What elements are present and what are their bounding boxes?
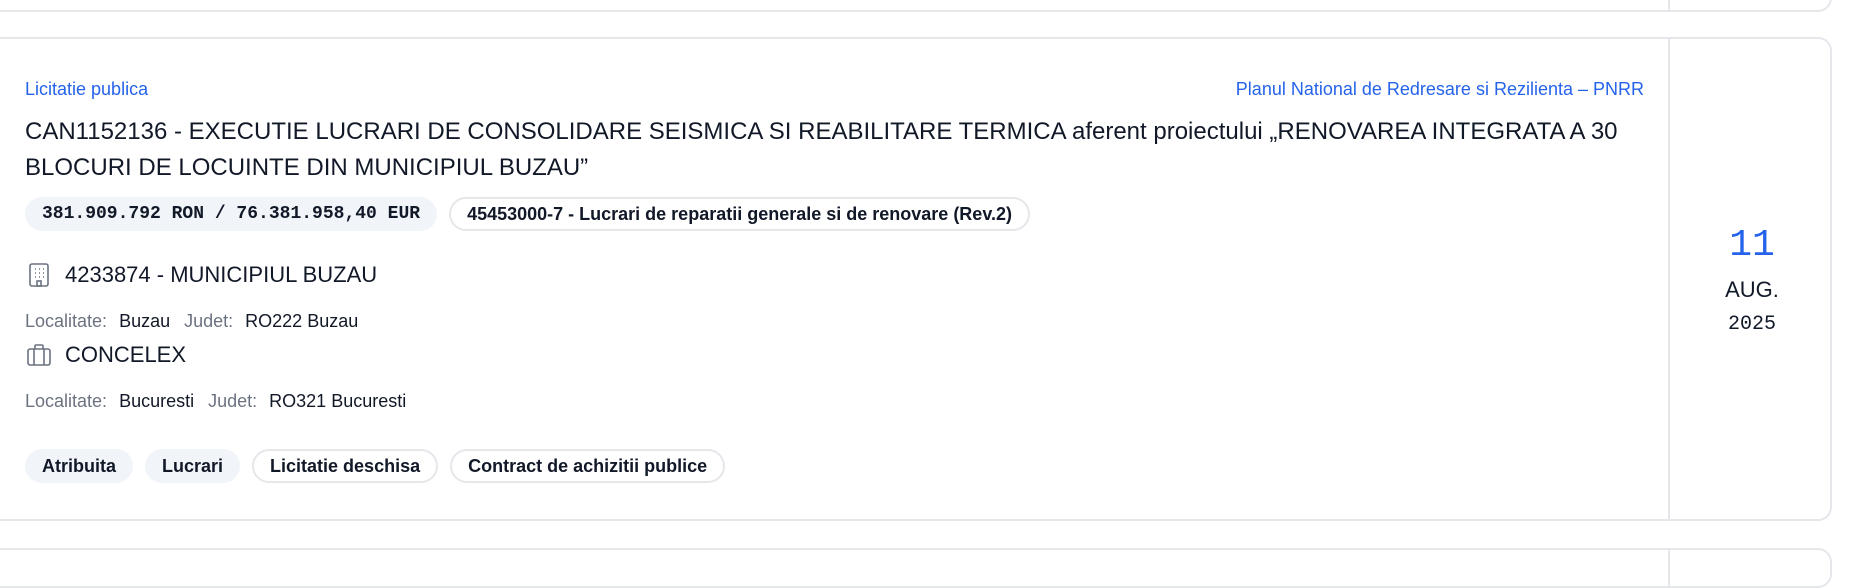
county-label: Judet: [184,311,234,331]
listing-content: Licitatie publica Planul National de Red… [25,39,1644,519]
next-listing-card [0,548,1832,588]
tag-procedure: Licitatie deschisa [252,449,439,483]
cpv-chip: 45453000-7 - Lucrari de reparatii genera… [449,197,1031,231]
status-tags: Atribuita Lucrari Licitatie deschisa Con… [25,449,726,483]
value-chip: 381.909.792 RON / 76.381.958,40 EUR [25,197,438,231]
county-value: RO321 Bucuresti [269,391,407,411]
listing-header: Licitatie publica Planul National de Red… [25,79,1644,100]
date-day: 11 [1729,223,1775,267]
program-name: Planul National de Redresare si Rezilien… [1235,79,1644,99]
contractor-name[interactable]: CONCELEX [65,342,186,368]
date-year: 2025 [1727,312,1776,336]
card-divider [1668,550,1670,586]
date-month: AUG. [1725,276,1779,302]
briefcase-icon [25,341,53,369]
county-label: Judet: [208,391,258,411]
locality-label: Localitate: [25,311,108,331]
value-cpv-chips: 381.909.792 RON / 76.381.958,40 EUR 4545… [25,197,1031,231]
publication-date: 11 AUG. 2025 [1670,39,1834,519]
tag-category: Lucrari [145,449,241,483]
county-value: RO222 Buzau [245,311,359,331]
tender-listing-card[interactable]: Licitatie publica Planul National de Red… [0,37,1832,521]
contractor-location: Localitate: Bucuresti Judet: RO321 Bucur… [25,391,408,412]
listing-title[interactable]: CAN1152136 - EXECUTIE LUCRARI DE CONSOLI… [25,114,1644,186]
locality-label: Localitate: [25,391,108,411]
tag-contract-type: Contract de achizitii publice [450,449,726,483]
contractor: CONCELEX [25,341,186,369]
card-divider [1668,0,1670,10]
procedure-type: Licitatie publica [25,79,149,99]
previous-listing-card [0,0,1832,12]
authority-name[interactable]: 4233874 - MUNICIPIUL BUZAU [65,262,377,288]
authority-location: Localitate: Buzau Judet: RO222 Buzau [25,311,360,332]
locality-value: Bucuresti [119,391,195,411]
locality-value: Buzau [119,311,171,331]
tag-status: Atribuita [25,449,133,483]
contracting-authority: 4233874 - MUNICIPIUL BUZAU [25,261,377,289]
building-icon [25,261,53,289]
